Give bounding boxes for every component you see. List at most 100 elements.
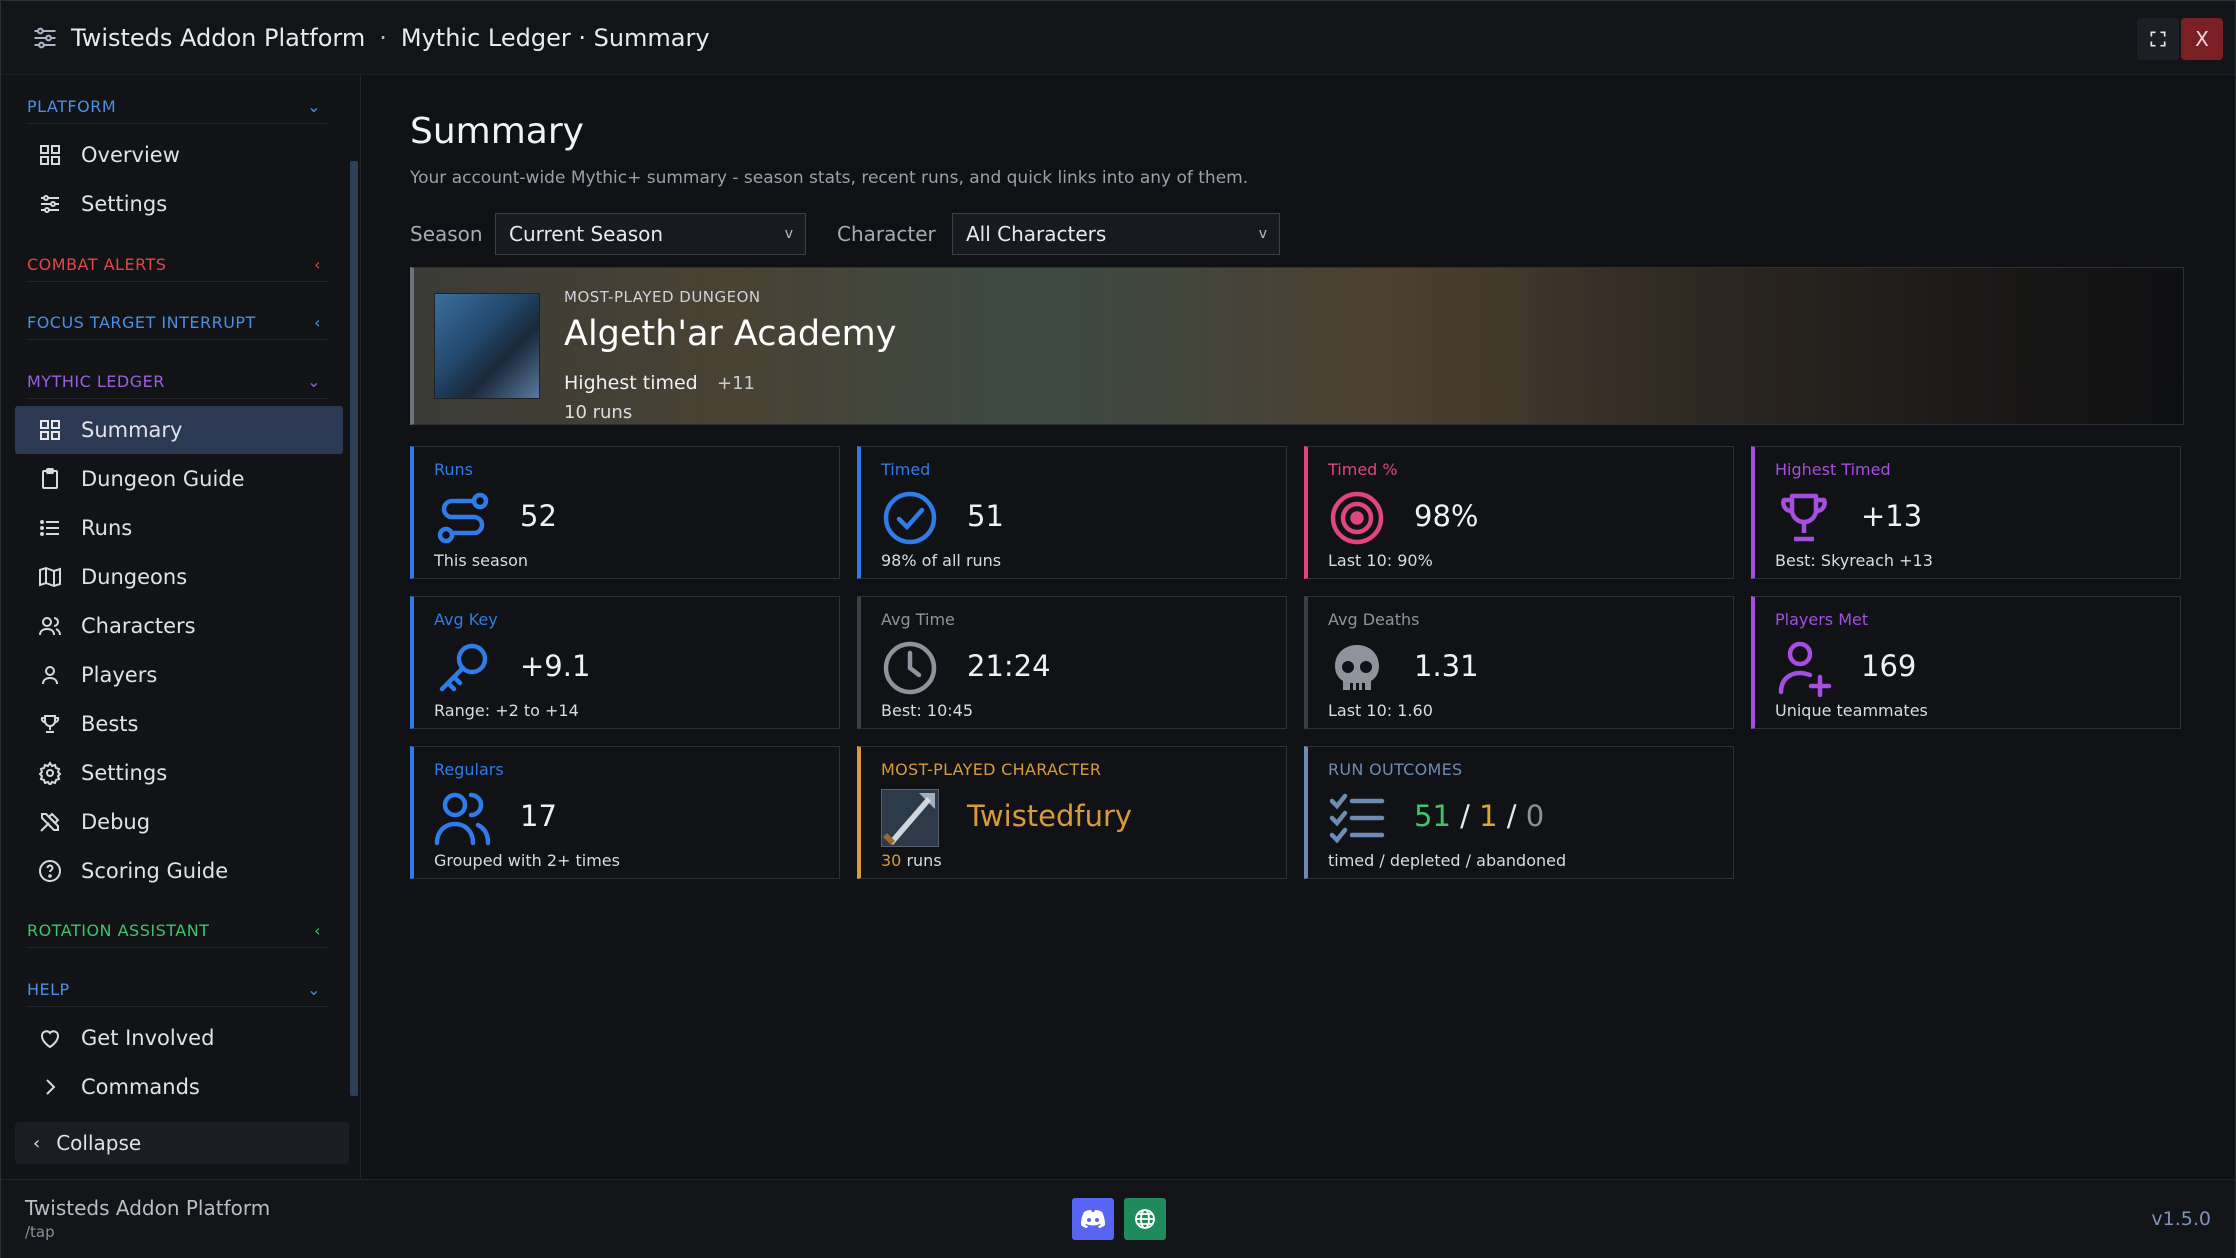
timed-percent-card[interactable]: Timed % 98% Last 10: 90% bbox=[1304, 446, 1734, 579]
window-subtitle: Mythic Ledger · Summary bbox=[400, 23, 710, 52]
card-subtext: Unique teammates bbox=[1775, 701, 1928, 720]
sidebar-item-characters[interactable]: Characters bbox=[15, 602, 343, 650]
outcome-depleted: 1 bbox=[1479, 799, 1498, 833]
sidebar-item-runs[interactable]: Runs bbox=[15, 504, 343, 552]
dungeon-thumbnail bbox=[434, 293, 540, 399]
sidebar-item-summary[interactable]: Summary bbox=[15, 406, 343, 454]
sidebar-item-commands[interactable]: Commands bbox=[15, 1063, 343, 1111]
hero-kicker: MOST-PLAYED DUNGEON bbox=[564, 288, 761, 306]
discord-button[interactable] bbox=[1072, 1198, 1114, 1240]
sidebar-item-players[interactable]: Players bbox=[15, 651, 343, 699]
user-plus-icon bbox=[1778, 641, 1832, 697]
section-platform[interactable]: PLATFORM ⌄ bbox=[27, 90, 327, 124]
users-icon bbox=[434, 792, 491, 846]
dungeon-name: Algeth'ar Academy bbox=[564, 314, 897, 354]
section-focus-target-interrupt[interactable]: FOCUS TARGET INTERRUPT ‹ bbox=[27, 306, 327, 340]
players-met-card[interactable]: Players Met 169 Unique teammates bbox=[1751, 596, 2181, 729]
season-select[interactable]: Current Season v bbox=[495, 213, 806, 255]
sidebar-item-dungeon-guide[interactable]: Dungeon Guide bbox=[15, 455, 343, 503]
close-button[interactable]: X bbox=[2181, 18, 2223, 60]
section-label: PLATFORM bbox=[27, 97, 117, 116]
chevron-right-icon bbox=[37, 1074, 63, 1100]
sidebar-item-label: Settings bbox=[81, 192, 168, 216]
card-label: Avg Time bbox=[881, 610, 955, 629]
sidebar-item-label: Debug bbox=[81, 810, 151, 834]
dungeon-runs: 10 runs bbox=[564, 402, 633, 423]
chevron-down-icon: v bbox=[784, 226, 793, 242]
chevron-down-icon: ⌄ bbox=[307, 980, 321, 999]
most-played-character-card[interactable]: MOST-PLAYED CHARACTER Twistedfury 30 run… bbox=[857, 746, 1287, 879]
list-icon bbox=[37, 515, 63, 541]
users-icon bbox=[37, 613, 63, 639]
sidebar-item-label: Scoring Guide bbox=[81, 859, 229, 883]
globe-icon bbox=[1135, 1209, 1155, 1229]
section-rotation-assistant[interactable]: ROTATION ASSISTANT ‹ bbox=[27, 914, 327, 948]
avg-key-card[interactable]: Avg Key +9.1 Range: +2 to +14 bbox=[410, 596, 840, 729]
season-value: Current Season bbox=[509, 222, 664, 246]
sidebar-item-label: Overview bbox=[81, 143, 180, 167]
grid-icon bbox=[37, 142, 63, 168]
sidebar-item-get-involved[interactable]: Get Involved bbox=[15, 1014, 343, 1062]
character-portrait bbox=[881, 789, 939, 847]
sidebar-item-label: Dungeon Guide bbox=[81, 467, 245, 491]
card-subtext: Best: 10:45 bbox=[881, 701, 974, 720]
fullscreen-button[interactable] bbox=[2137, 18, 2179, 60]
avg-deaths-card[interactable]: Avg Deaths 1.31 Last 10: 1.60 bbox=[1304, 596, 1734, 729]
footer: Twisteds Addon Platform /tap v1.5.0 bbox=[1, 1179, 2235, 1258]
timed-card[interactable]: Timed 51 98% of all runs bbox=[857, 446, 1287, 579]
discord-icon bbox=[1081, 1210, 1105, 1228]
key-icon bbox=[439, 643, 488, 692]
map-icon bbox=[37, 564, 63, 590]
footer-app-name: Twisteds Addon Platform bbox=[25, 1196, 271, 1220]
highest-timed-card[interactable]: Highest Timed +13 Best: Skyreach +13 bbox=[1751, 446, 2181, 579]
most-played-dungeon-banner[interactable]: MOST-PLAYED DUNGEON Algeth'ar Academy Hi… bbox=[410, 267, 2184, 425]
check-circle-icon bbox=[883, 491, 937, 545]
section-help[interactable]: HELP ⌄ bbox=[27, 973, 327, 1007]
target-icon bbox=[1330, 491, 1384, 545]
card-subtext: timed / depleted / abandoned bbox=[1328, 851, 1567, 870]
sidebar-item-debug[interactable]: Debug bbox=[15, 798, 343, 846]
section-label: ROTATION ASSISTANT bbox=[27, 921, 210, 940]
sidebar-scrollbar[interactable] bbox=[350, 161, 358, 1096]
chevron-down-icon: ⌄ bbox=[307, 97, 321, 116]
trophy-icon bbox=[37, 711, 63, 737]
version-label: v1.5.0 bbox=[2151, 1208, 2211, 1230]
card-label: Runs bbox=[434, 460, 474, 479]
card-label: Highest Timed bbox=[1775, 460, 1891, 479]
sidebar-item-bests[interactable]: Bests bbox=[15, 700, 343, 748]
sidebar-item-label: Characters bbox=[81, 614, 196, 638]
outcome-timed: 51 bbox=[1414, 799, 1451, 833]
sidebar-item-platform-settings[interactable]: Settings bbox=[15, 180, 343, 228]
grid-icon bbox=[37, 417, 63, 443]
app-window: Twisteds Addon Platform · Mythic Ledger … bbox=[0, 0, 2236, 1258]
section-label: MYTHIC LEDGER bbox=[27, 372, 165, 391]
runs-card[interactable]: Runs 52 This season bbox=[410, 446, 840, 579]
title-bar: Twisteds Addon Platform · Mythic Ledger … bbox=[1, 1, 2235, 75]
chevron-left-icon: ‹ bbox=[314, 313, 321, 332]
collapse-button[interactable]: ‹ Collapse bbox=[15, 1122, 349, 1164]
sidebar-item-overview[interactable]: Overview bbox=[15, 131, 343, 179]
card-value: 21:24 bbox=[967, 649, 1051, 683]
card-subtext: Range: +2 to +14 bbox=[434, 701, 579, 720]
character-select[interactable]: All Characters v bbox=[952, 213, 1280, 255]
card-value: 98% bbox=[1414, 499, 1479, 533]
sidebar-item-scoring-guide[interactable]: Scoring Guide bbox=[15, 847, 343, 895]
run-outcomes-card[interactable]: RUN OUTCOMES 51 / 1 / 0 timed / depleted… bbox=[1304, 746, 1734, 879]
section-combat-alerts[interactable]: COMBAT ALERTS ‹ bbox=[27, 248, 327, 282]
sidebar-item-ledger-settings[interactable]: Settings bbox=[15, 749, 343, 797]
chevron-left-icon: ‹ bbox=[314, 921, 321, 940]
section-label: COMBAT ALERTS bbox=[27, 255, 167, 274]
app-title: Twisteds Addon Platform bbox=[71, 23, 366, 52]
card-subtext: Grouped with 2+ times bbox=[434, 851, 620, 870]
card-value: 17 bbox=[520, 799, 557, 833]
sidebar-item-dungeons[interactable]: Dungeons bbox=[15, 553, 343, 601]
chevron-down-icon: v bbox=[1258, 226, 1267, 242]
sidebar-item-label: Commands bbox=[81, 1075, 200, 1099]
card-value: 1.31 bbox=[1414, 649, 1479, 683]
footer-command: /tap bbox=[25, 1223, 55, 1241]
avg-time-card[interactable]: Avg Time 21:24 Best: 10:45 bbox=[857, 596, 1287, 729]
regulars-card[interactable]: Regulars 17 Grouped with 2+ times bbox=[410, 746, 840, 879]
sidebar-item-label: Settings bbox=[81, 761, 168, 785]
website-button[interactable] bbox=[1124, 1198, 1166, 1240]
section-mythic-ledger[interactable]: MYTHIC LEDGER ⌄ bbox=[27, 365, 327, 399]
